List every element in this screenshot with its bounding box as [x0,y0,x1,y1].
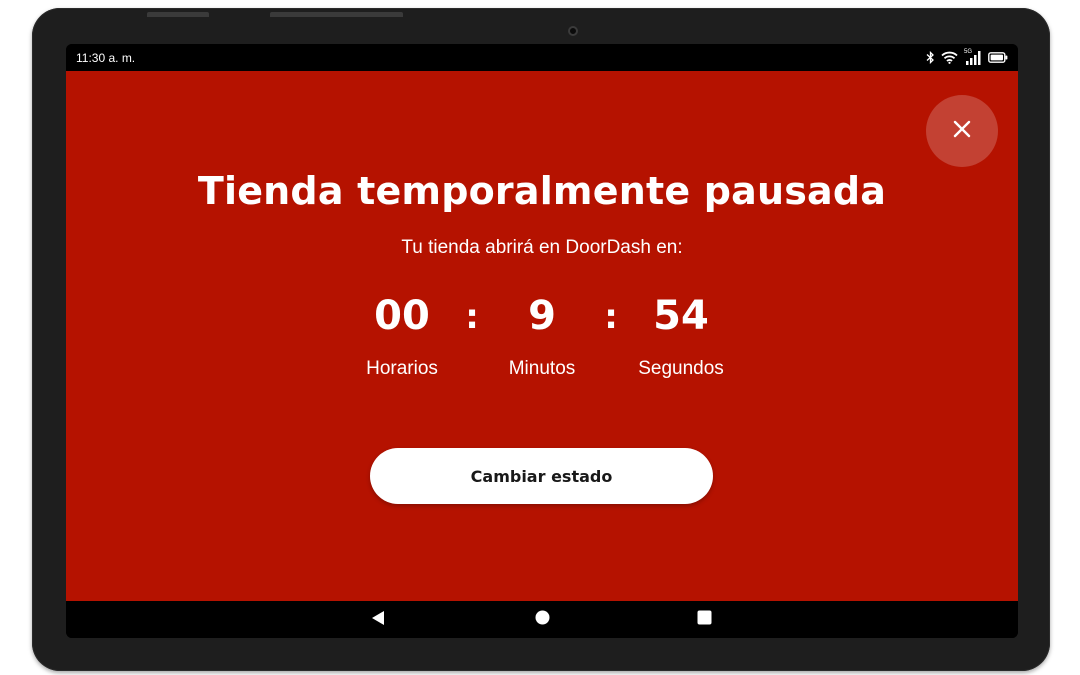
countdown-hours-label: Horarios [366,358,438,379]
wifi-icon [941,51,958,64]
navigation-bar [66,601,1018,638]
status-bar: 11:30 a. m. 5G [66,44,1018,71]
change-status-button[interactable]: Cambiar estado [370,448,713,504]
subtitle: Tu tienda abrirá en DoorDash en: [401,237,683,258]
home-button[interactable] [522,601,562,638]
bluetooth-icon [926,51,935,64]
countdown-timer: 00 Horarios : 9 Minutos : 54 Segundos [66,293,1018,403]
status-icons: 5G [926,49,1008,66]
paused-store-dialog: Tienda temporalmente pausada Tu tienda a… [66,71,1018,601]
battery-icon [988,52,1008,63]
power-button [147,12,209,17]
countdown-seconds-label: Segundos [638,358,724,379]
back-icon [371,610,385,630]
home-icon [535,610,550,629]
page-title: Tienda temporalmente pausada [197,169,887,213]
back-button[interactable] [358,601,398,638]
close-button[interactable] [926,95,998,167]
countdown-minutes-label: Minutos [508,358,576,379]
countdown-separator: : [465,297,479,337]
volume-button [270,12,403,17]
status-time: 11:30 a. m. [76,50,136,65]
recents-button[interactable] [684,601,724,638]
countdown-hours-value: 00 [374,293,430,339]
countdown-separator: : [604,297,618,337]
close-icon [952,119,972,143]
recents-icon [697,610,712,629]
cellular-signal-icon: 5G [964,49,982,66]
screen: 11:30 a. m. 5G Tienda temporalmente paus… [66,44,1018,638]
front-camera [568,26,578,36]
countdown-seconds-value: 54 [653,293,709,339]
countdown-minutes-value: 9 [528,293,556,339]
